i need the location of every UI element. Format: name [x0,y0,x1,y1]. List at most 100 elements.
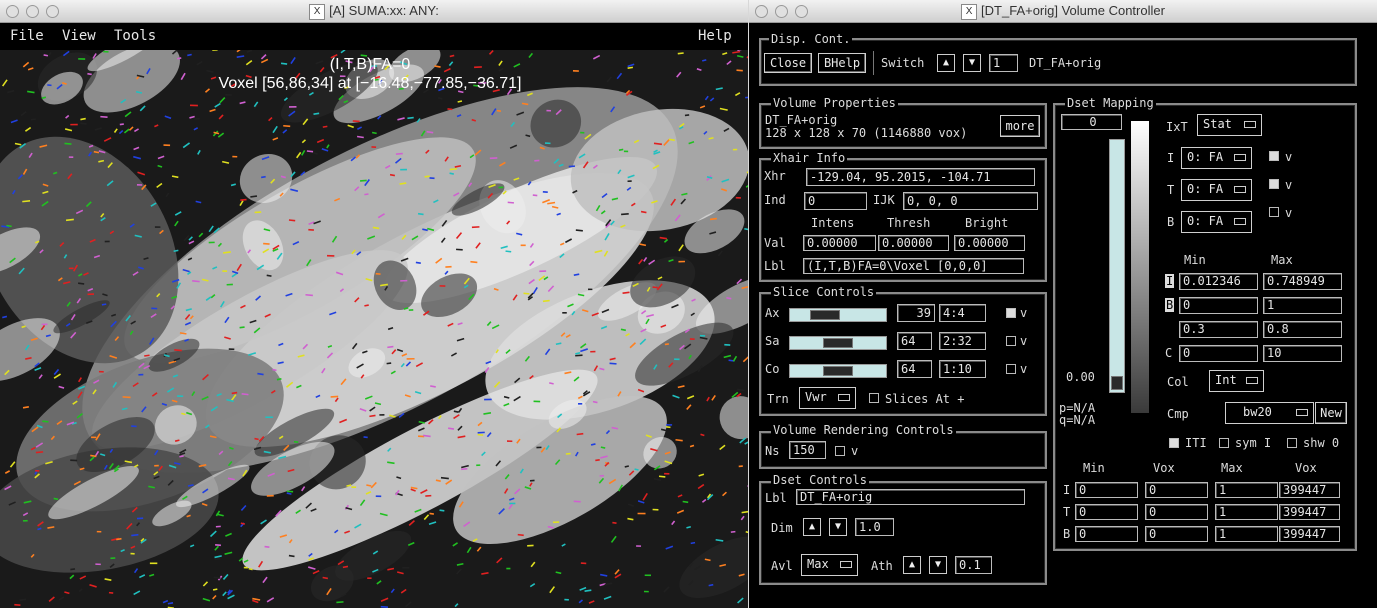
avl-menu[interactable]: Max [801,554,858,576]
3d-viewport[interactable]: (I,T,B)FA=0 Voxel [56,86,34] at [−16.48,… [0,50,748,608]
close-window-button[interactable] [755,5,768,18]
slices-at-checkbox[interactable] [869,393,879,403]
dim-field[interactable]: 1.0 [855,518,894,536]
i-max-field[interactable]: 0.748949 [1263,273,1342,290]
disp-cont-label: Disp. Cont. [769,32,853,46]
t-subbrick-menu[interactable]: 0: FA [1181,179,1252,201]
switch-value-field[interactable]: 1 [989,54,1018,72]
row-label: T [1063,505,1071,519]
dim-up-arrow-icon[interactable]: ▲ [803,518,821,536]
dset-lbl-field[interactable]: DT_FA+orig [796,489,1025,505]
avl-label: Avl [771,559,793,573]
co-slider[interactable] [789,364,887,378]
t-view-checkbox[interactable] [1269,179,1279,189]
sym-label: sym I [1235,436,1272,450]
cmp-menu[interactable]: bw20 [1225,402,1314,424]
menu-view[interactable]: View [62,28,96,44]
range-table-header-vox2: Vox [1295,461,1317,475]
colorbar-top-value-field[interactable]: 0 [1061,114,1122,130]
menu-file[interactable]: File [10,28,44,44]
ax-value-field[interactable]: 39 [897,304,935,322]
switch-dset-name: DT_FA+orig [1029,56,1102,70]
b-sub-label: B [1167,215,1175,229]
sa-slider-thumb[interactable] [823,338,853,348]
option-menu-indicator-icon [840,561,852,568]
range-table-header-max: Max [1221,461,1243,475]
volume-controller-window: X [DT_FA+orig] Volume Controller Disp. Co… [749,0,1377,608]
close-window-button[interactable] [6,5,19,18]
bhelp-button[interactable]: BHelp [818,53,866,73]
co-range-field[interactable]: 1:10 [939,360,986,378]
iti-checkbox[interactable] [1169,438,1179,448]
sa-view-checkbox[interactable] [1006,336,1016,346]
ax-slider-thumb[interactable] [810,310,840,320]
b-max-field[interactable]: 1 [1263,297,1342,314]
ax-range-field[interactable]: 4:4 [939,304,986,322]
new-colormap-button[interactable]: New [1315,402,1347,424]
b-subbrick-menu[interactable]: 0: FA [1181,211,1252,233]
ath-up-arrow-icon[interactable]: ▲ [903,556,921,574]
ind-field[interactable]: 0 [804,192,867,210]
switch-up-arrow-icon[interactable]: ▲ [937,54,955,72]
suma-window: X [A] SUMA:xx: ANY: File View Tools Help … [0,0,748,608]
shw-checkbox[interactable] [1287,438,1297,448]
ixt-menu-value: Stat [1203,117,1232,131]
c-max-field[interactable]: 10 [1263,345,1342,362]
i-range-label[interactable]: I [1165,274,1175,288]
sa-slider[interactable] [789,336,887,350]
volume-rendering-label: Volume Rendering Controls [771,423,956,437]
zoom-window-button[interactable] [795,5,808,18]
controller-titlebar[interactable]: X [DT_FA+orig] Volume Controller [749,0,1377,23]
ijk-field[interactable]: 0, 0, 0 [903,192,1038,210]
sa-value-field[interactable]: 64 [897,332,932,350]
b-min-field[interactable]: 0 [1179,297,1258,314]
i-min-field[interactable]: 0.012346 [1179,273,1258,290]
trn-menu[interactable]: Vwr [799,387,856,409]
more-button[interactable]: more [1000,115,1040,137]
brain-surface [0,50,748,602]
slices-at-label: Slices At + [885,392,965,406]
xhr-label: Xhr [764,169,786,183]
range-table-header-min: Min [1083,461,1105,475]
zoom-window-button[interactable] [46,5,59,18]
b-range-min-field[interactable]: 0.3 [1179,321,1258,338]
col-menu[interactable]: Int [1209,370,1264,392]
minimize-window-button[interactable] [775,5,788,18]
threshold-slider[interactable] [1109,139,1125,393]
xhr-coordinates-field[interactable]: -129.04, 95.2015, -104.71 [806,168,1035,186]
co-slider-thumb[interactable] [823,366,853,376]
co-view-checkbox[interactable] [1006,364,1016,374]
sa-label: Sa [765,334,780,348]
ns-field[interactable]: 150 [789,441,826,459]
ath-down-arrow-icon[interactable]: ▼ [929,556,947,574]
ns-view-checkbox[interactable] [835,446,845,456]
close-button[interactable]: Close [764,53,812,73]
minimize-window-button[interactable] [26,5,39,18]
colorbar[interactable] [1131,121,1149,413]
co-value-field[interactable]: 64 [897,360,932,378]
switch-down-arrow-icon[interactable]: ▼ [963,54,981,72]
b-view-checkbox[interactable] [1269,207,1279,217]
c-min-field[interactable]: 0 [1179,345,1258,362]
threshold-value: 0.00 [1066,370,1095,384]
ns-label: Ns [765,444,780,458]
row-min: 0 [1075,526,1138,542]
suma-titlebar[interactable]: X [A] SUMA:xx: ANY: [0,0,748,23]
volume-properties-label: Volume Properties [771,96,898,110]
ax-slider[interactable] [789,308,887,322]
row-max-vox: 399447 [1279,526,1340,542]
menu-help[interactable]: Help [698,28,732,44]
ath-field[interactable]: 0.1 [955,556,992,574]
ax-view-checkbox[interactable] [1006,308,1016,318]
b-range-max-field[interactable]: 0.8 [1263,321,1342,338]
sa-range-field[interactable]: 2:32 [939,332,986,350]
sa-view-label: v [1020,334,1028,348]
i-subbrick-menu[interactable]: 0: FA [1181,147,1252,169]
b-range-label[interactable]: B [1165,298,1175,312]
i-view-checkbox[interactable] [1269,151,1279,161]
dim-down-arrow-icon[interactable]: ▼ [829,518,847,536]
threshold-slider-thumb[interactable] [1111,376,1123,390]
menu-tools[interactable]: Tools [114,28,156,44]
ixt-menu[interactable]: Stat [1197,114,1262,136]
sym-checkbox[interactable] [1219,438,1229,448]
